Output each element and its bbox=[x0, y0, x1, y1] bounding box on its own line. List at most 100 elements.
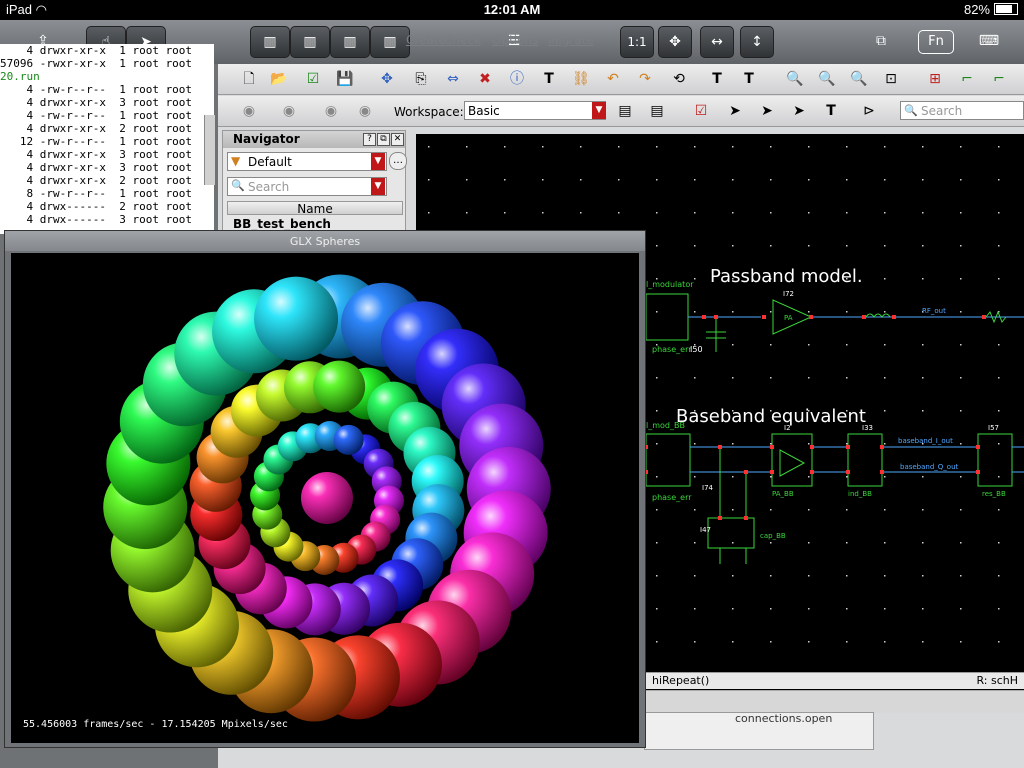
workspace-dropdown-icon[interactable]: ▼ bbox=[592, 102, 606, 119]
pin-marker bbox=[976, 445, 980, 449]
menu-migrate[interactable]: Migrate bbox=[548, 33, 594, 47]
workspace-save-icon[interactable]: ▤ bbox=[616, 102, 634, 120]
grid-dot bbox=[884, 179, 886, 181]
zoom-out-icon[interactable]: 🔍 bbox=[818, 70, 836, 88]
bb-modulator-symbol bbox=[645, 433, 691, 487]
mouse-button-2-icon[interactable]: ▥ bbox=[290, 26, 330, 58]
grid-dot bbox=[694, 476, 696, 478]
terminal-window[interactable]: 4 drwxr-xr-x 1 root root 57096 -rwxr-xr-x… bbox=[0, 44, 214, 234]
keyboard-icon[interactable]: ⌨ bbox=[972, 26, 1006, 56]
grid-dot bbox=[846, 377, 848, 379]
redo-icon[interactable]: ↷ bbox=[636, 70, 654, 88]
menu-options[interactable]: Options bbox=[492, 33, 538, 47]
grid-dot bbox=[542, 212, 544, 214]
text-size-down-icon[interactable]: T bbox=[740, 70, 758, 88]
help-icon[interactable]: ? bbox=[363, 133, 376, 146]
grid-dot bbox=[808, 146, 810, 148]
search-icon: 🔍 bbox=[904, 104, 918, 117]
new-file-icon[interactable]: 🗋 bbox=[240, 70, 258, 88]
window-mode-icon[interactable]: ⧉ bbox=[866, 26, 896, 56]
grid-dot bbox=[808, 377, 810, 379]
schematic-label: I50 bbox=[690, 345, 703, 354]
grid-dot bbox=[770, 608, 772, 610]
open-folder-icon[interactable]: 📂 bbox=[270, 70, 288, 88]
fit-height-icon[interactable]: ↕ bbox=[740, 26, 774, 58]
navigator-filter-select[interactable]: Default bbox=[227, 152, 387, 171]
fit-width-icon[interactable]: ↔ bbox=[700, 26, 734, 58]
select-all-icon[interactable]: ☑ bbox=[692, 102, 710, 120]
copy-icon[interactable]: ⎘ bbox=[412, 70, 430, 88]
filter-dropdown-icon[interactable]: ▼ bbox=[371, 153, 385, 170]
add-pin-icon[interactable]: ⌐ bbox=[990, 70, 1008, 88]
rotate-icon[interactable]: ⟲ bbox=[670, 70, 688, 88]
grid-dot bbox=[960, 542, 962, 544]
mouse-button-4-icon[interactable]: ▥ bbox=[370, 26, 410, 58]
mouse-button-3-icon[interactable]: ▥ bbox=[330, 26, 370, 58]
zoom-1to1-button[interactable]: 1:1 bbox=[620, 26, 654, 58]
add-wire-icon[interactable]: ⌐ bbox=[958, 70, 976, 88]
pin-marker bbox=[702, 315, 706, 319]
stretch-icon[interactable]: ⇔ bbox=[444, 70, 462, 88]
zoom-area-icon[interactable]: ⊡ bbox=[882, 70, 900, 88]
pin-marker bbox=[809, 315, 813, 319]
more-icon[interactable]: … bbox=[389, 152, 407, 170]
text-size-up-icon[interactable]: T bbox=[708, 70, 726, 88]
link-icon[interactable]: ⛓ bbox=[572, 70, 590, 88]
res-bb-symbol bbox=[977, 433, 1013, 487]
grid-dot bbox=[466, 146, 468, 148]
grid-dot bbox=[922, 344, 924, 346]
fn-keys-button[interactable]: Fn bbox=[918, 30, 954, 54]
add-instance-icon[interactable]: ⊞ bbox=[926, 70, 944, 88]
delete-icon[interactable]: ✖ bbox=[476, 70, 494, 88]
terminal-scrollbar[interactable] bbox=[204, 115, 215, 185]
menu-create[interactable]: Create bbox=[406, 33, 446, 47]
grid-dot bbox=[884, 146, 886, 148]
grid-dot bbox=[960, 212, 962, 214]
grid-dot bbox=[618, 146, 620, 148]
zoom-fit-icon[interactable]: 🔍 bbox=[850, 70, 868, 88]
grid-dot bbox=[732, 476, 734, 478]
grid-dot bbox=[770, 146, 772, 148]
grid-dot bbox=[694, 245, 696, 247]
zoom-in-icon[interactable]: 🔍 bbox=[786, 70, 804, 88]
menu-check[interactable]: Check bbox=[444, 33, 481, 47]
grid-dot bbox=[846, 146, 848, 148]
glx-window-title[interactable]: GLX Spheres bbox=[5, 231, 645, 251]
navigator-search-input[interactable]: Search bbox=[227, 177, 387, 196]
rename-icon[interactable]: T bbox=[540, 70, 558, 88]
navigator-row[interactable]: BB_test_bench bbox=[233, 217, 331, 231]
navigator-column-name[interactable]: Name bbox=[227, 201, 403, 216]
schematic-label: res_BB bbox=[982, 490, 1006, 498]
select-label-icon[interactable]: T bbox=[822, 102, 840, 120]
properties-icon[interactable]: ⓘ bbox=[508, 70, 526, 88]
command-line[interactable]: hiRepeat() R: schH bbox=[646, 672, 1024, 689]
glx-render-area bbox=[11, 253, 639, 743]
grid-dot bbox=[884, 509, 886, 511]
terminal-line: 4 drwx------ 2 root root bbox=[0, 200, 193, 213]
select-net-icon[interactable]: ➤ bbox=[758, 102, 776, 120]
grid-dot bbox=[960, 311, 962, 313]
move-icon[interactable]: ✥ bbox=[378, 70, 396, 88]
grid-dot bbox=[656, 641, 658, 643]
select-pin-icon[interactable]: ➤ bbox=[790, 102, 808, 120]
fit-screen-icon[interactable]: ✥ bbox=[658, 26, 692, 58]
mouse-button-1-icon[interactable]: ▥ bbox=[250, 26, 290, 58]
workspace-select[interactable]: Basic bbox=[464, 101, 606, 120]
search-dropdown-icon[interactable]: ▼ bbox=[371, 178, 385, 195]
undo-icon[interactable]: ↶ bbox=[604, 70, 622, 88]
close-icon[interactable]: ✕ bbox=[391, 133, 404, 146]
filter-select-icon[interactable]: ⊳ bbox=[860, 102, 878, 120]
workspace-delete-icon[interactable]: ▤ bbox=[648, 102, 666, 120]
back-icon[interactable]: ◉ bbox=[240, 102, 258, 120]
pin-marker bbox=[718, 445, 722, 449]
stop-icon[interactable]: ◉ bbox=[322, 102, 340, 120]
check-save-icon[interactable]: ☑ bbox=[304, 70, 322, 88]
grid-dot bbox=[694, 608, 696, 610]
terminal-line: 4 drwx------ 3 root root bbox=[0, 213, 193, 226]
grid-dot bbox=[694, 377, 696, 379]
float-icon[interactable]: ⧉ bbox=[377, 133, 390, 146]
refresh-icon[interactable]: ◉ bbox=[356, 102, 374, 120]
save-icon[interactable]: 💾 bbox=[336, 70, 354, 88]
forward-icon[interactable]: ◉ bbox=[280, 102, 298, 120]
select-instance-icon[interactable]: ➤ bbox=[726, 102, 744, 120]
